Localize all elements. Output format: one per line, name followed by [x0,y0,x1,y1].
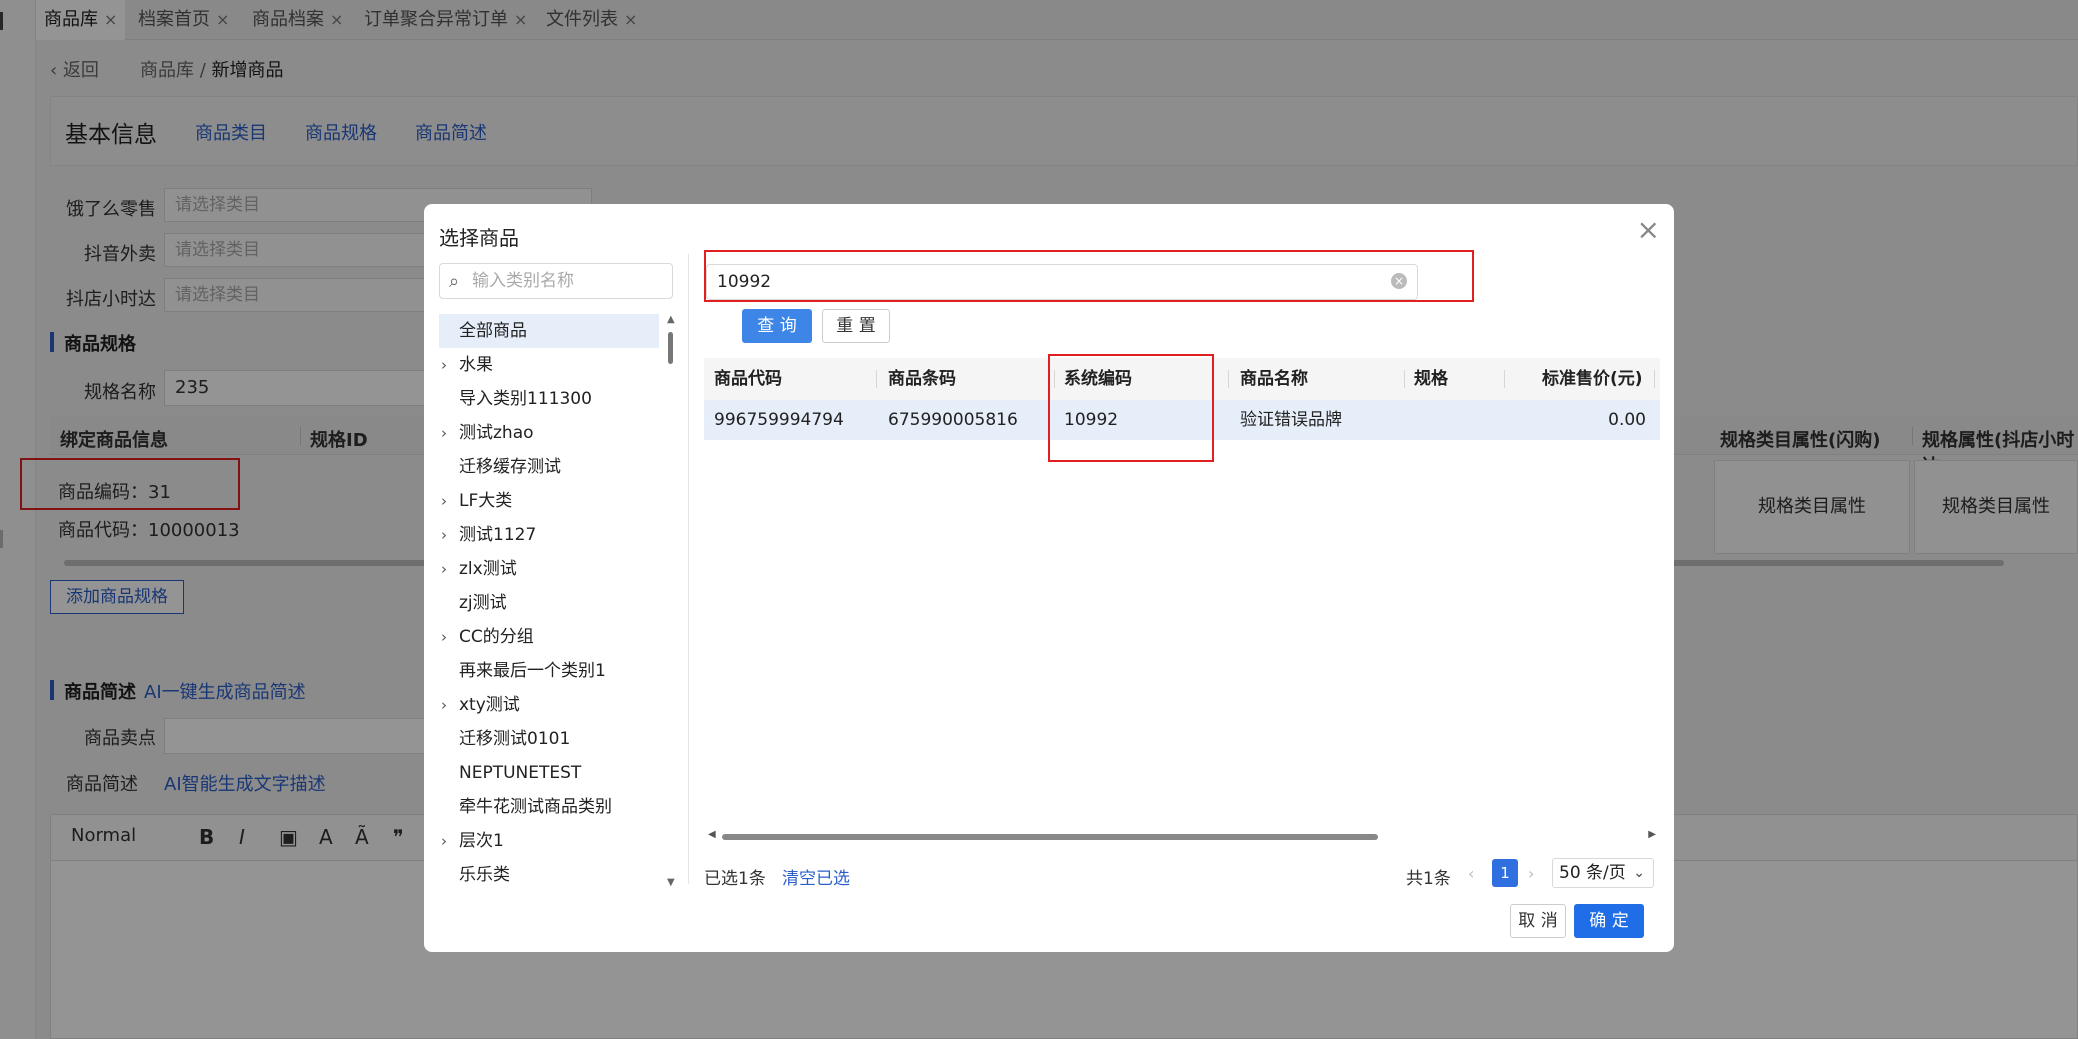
clear-selected-link[interactable]: 清空已选 [782,864,850,889]
category-item[interactable]: › 测试1127 [439,518,659,552]
category-item[interactable]: › CC的分组 [439,620,659,654]
chevron-down-icon: ⌄ [1633,865,1645,881]
category-item[interactable]: 再来最后一个类别1 [439,654,659,688]
modal-title: 选择商品 [439,226,519,250]
header-price: 标准售价(元) [1542,369,1643,389]
category-item[interactable]: NEPTUNETEST [439,756,659,790]
category-item[interactable]: › zlx测试 [439,552,659,586]
chevron-right-icon[interactable]: › [441,484,447,518]
header-spec: 规格 [1414,369,1448,389]
reset-button[interactable]: 重 置 [822,309,890,343]
chevron-right-icon[interactable]: › [441,620,447,654]
header-divider [1404,370,1405,388]
category-item[interactable]: › 层次1 [439,824,659,858]
cell-goods-code: 996759994794 [714,410,844,430]
category-label: CC的分组 [459,627,534,647]
category-label: 再来最后一个类别1 [459,661,606,681]
scroll-right-icon[interactable]: ▶ [1648,829,1656,840]
category-label: xty测试 [459,695,520,715]
page-size-value: 50 条/页 [1559,863,1626,883]
category-tree-scrollbar[interactable]: ▲ ▼ [666,314,676,888]
scroll-up-icon[interactable]: ▲ [667,314,675,325]
category-search-input[interactable] [472,268,668,294]
header-divider [1228,370,1229,388]
select-goods-modal: 选择商品 × ⌕ 全部商品 › 水果 导入类别111300 › 测试zhao 迁移缓… [424,204,1674,952]
chevron-right-icon[interactable]: › [441,416,447,450]
category-item[interactable]: zj测试 [439,586,659,620]
category-search[interactable]: ⌕ [439,263,673,299]
scrollbar-thumb[interactable] [722,834,1378,840]
panel-divider [688,254,689,884]
header-barcode: 商品条码 [888,369,956,389]
header-goods-code: 商品代码 [714,369,782,389]
category-label: NEPTUNETEST [459,763,582,783]
category-label: 全部商品 [459,321,527,341]
chevron-right-icon[interactable]: › [441,552,447,586]
category-item[interactable]: 乐乐类 [439,858,659,884]
highlight-box-system-code [1048,354,1214,462]
scroll-down-icon[interactable]: ▼ [667,877,675,888]
category-tree: 全部商品 › 水果 导入类别111300 › 测试zhao 迁移缓存测试 › LF大类… [439,314,679,884]
page-size-select[interactable]: 50 条/页 ⌄ [1552,858,1654,888]
scroll-left-icon[interactable]: ◀ [708,829,716,840]
category-item[interactable]: 迁移缓存测试 [439,450,659,484]
chevron-right-icon[interactable]: › [441,688,447,722]
cancel-button[interactable]: 取 消 [1510,904,1566,938]
header-divider [1654,370,1655,388]
category-label: 迁移测试0101 [459,729,571,749]
prev-page-icon[interactable]: ‹ [1468,864,1474,883]
scrollbar-thumb[interactable] [668,332,673,364]
category-label: 层次1 [459,831,504,851]
category-label: zlx测试 [459,559,517,579]
category-label: 牵牛花测试商品类别 [459,797,612,817]
category-item[interactable]: › LF大类 [439,484,659,518]
next-page-icon[interactable]: › [1528,864,1534,883]
header-goods-name: 商品名称 [1240,369,1308,389]
category-item[interactable]: › xty测试 [439,688,659,722]
search-icon: ⌕ [449,271,460,292]
header-divider [1504,370,1505,388]
category-label: 测试zhao [459,423,534,443]
category-item[interactable]: 全部商品 [439,314,659,348]
page-number-button[interactable]: 1 [1492,859,1518,887]
category-label: 乐乐类 [459,865,510,884]
category-label: 水果 [459,355,493,375]
selected-count: 已选1条 [704,869,766,889]
total-count: 共1条 [1406,869,1451,889]
cell-goods-name: 验证错误品牌 [1240,410,1342,430]
category-label: 导入类别111300 [459,389,592,409]
chevron-right-icon[interactable]: › [441,824,447,858]
chevron-right-icon[interactable]: › [441,348,447,382]
highlight-box-search [704,250,1474,302]
table-horizontal-scrollbar[interactable]: ◀ ▶ [708,829,1656,844]
confirm-button[interactable]: 确 定 [1574,904,1644,938]
category-label: zj测试 [459,593,507,613]
category-item[interactable]: 迁移测试0101 [439,722,659,756]
category-item[interactable]: 导入类别111300 [439,382,659,416]
category-item[interactable]: › 水果 [439,348,659,382]
cell-price: 0.00 [1608,410,1646,430]
category-item[interactable]: 牵牛花测试商品类别 [439,790,659,824]
cell-barcode: 675990005816 [888,410,1018,430]
category-item[interactable]: › 测试zhao [439,416,659,450]
close-icon[interactable]: × [1637,216,1660,244]
query-button[interactable]: 查 询 [742,309,812,343]
category-label: 测试1127 [459,525,537,545]
header-divider [876,370,877,388]
chevron-right-icon[interactable]: › [441,518,447,552]
category-label: LF大类 [459,491,513,511]
category-label: 迁移缓存测试 [459,457,561,477]
